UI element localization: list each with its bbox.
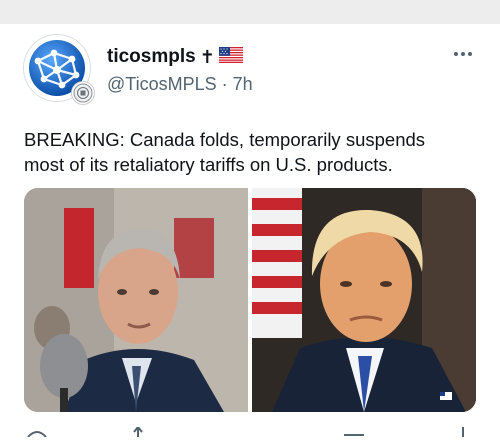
- like-icon: [344, 434, 364, 436]
- meta-separator: ·: [221, 74, 228, 94]
- cross-icon: ✝: [199, 46, 215, 68]
- repost-icon: [133, 426, 143, 437]
- share-button[interactable]: [458, 424, 468, 437]
- post-text-line: most of its retaliatory tariffs on U.S. …: [24, 154, 393, 175]
- us-flag-icon: [218, 46, 243, 68]
- more-options-button[interactable]: [450, 44, 476, 64]
- reply-button[interactable]: [26, 424, 48, 438]
- like-button[interactable]: [344, 424, 364, 436]
- portrait-photo-left: [24, 188, 248, 412]
- top-separator-band: [0, 0, 500, 24]
- post-text: BREAKING: Canada folds, temporarily susp…: [24, 127, 484, 177]
- repost-button[interactable]: [132, 424, 144, 437]
- post-image-left[interactable]: [24, 188, 248, 412]
- post-image-right[interactable]: [252, 188, 476, 412]
- affiliate-badge-icon: [72, 82, 94, 104]
- author-display-name[interactable]: ticosmpls: [107, 46, 196, 68]
- author-handle-row: @TicosMPLS · 7h: [107, 74, 253, 95]
- author-name-row[interactable]: ticosmpls ✝: [107, 46, 243, 68]
- reply-icon: [27, 431, 47, 438]
- post-time[interactable]: 7h: [233, 74, 253, 94]
- portrait-photo-right: [252, 188, 476, 412]
- more-options-icon: [454, 52, 472, 56]
- author-handle[interactable]: @TicosMPLS: [107, 74, 217, 94]
- post-text-line: BREAKING: Canada folds, temporarily susp…: [24, 129, 426, 150]
- share-icon: [462, 427, 464, 437]
